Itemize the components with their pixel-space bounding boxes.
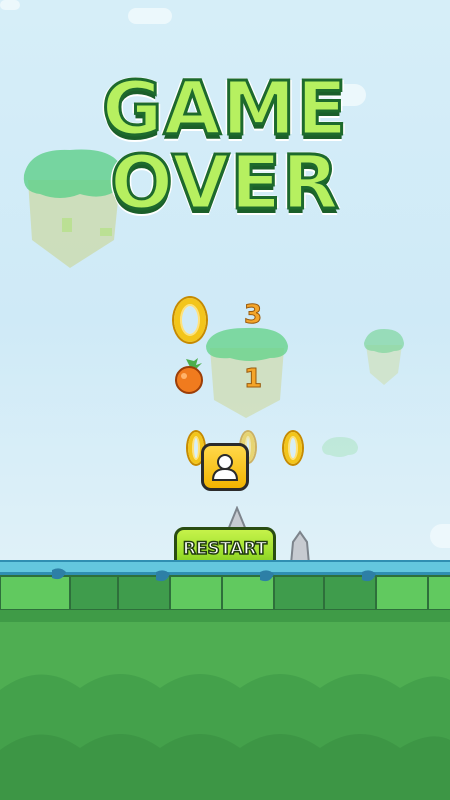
ground [0, 560, 450, 800]
orange-icon [175, 358, 203, 394]
game-over-title-line2: OVER [0, 140, 450, 226]
title-game: GAME [100, 66, 349, 152]
title-over: OVER [109, 140, 341, 226]
gold-ring-icon [284, 432, 302, 464]
cloud [0, 0, 20, 10]
restart-label: RESTART [182, 538, 268, 560]
game-over-title-line1: GAME [0, 66, 450, 152]
cloud [430, 524, 450, 548]
game-over-screen: GAME OVER 3 1 RESTART [0, 0, 450, 800]
rings-count: 3 [243, 300, 263, 331]
fruits-count: 1 [243, 364, 263, 395]
spike-icon [289, 530, 311, 564]
floating-island [322, 437, 358, 457]
cloud [128, 8, 172, 24]
profile-button[interactable] [201, 443, 249, 491]
floating-island [364, 329, 404, 385]
gold-ring-icon [174, 298, 206, 342]
user-icon [211, 454, 239, 481]
